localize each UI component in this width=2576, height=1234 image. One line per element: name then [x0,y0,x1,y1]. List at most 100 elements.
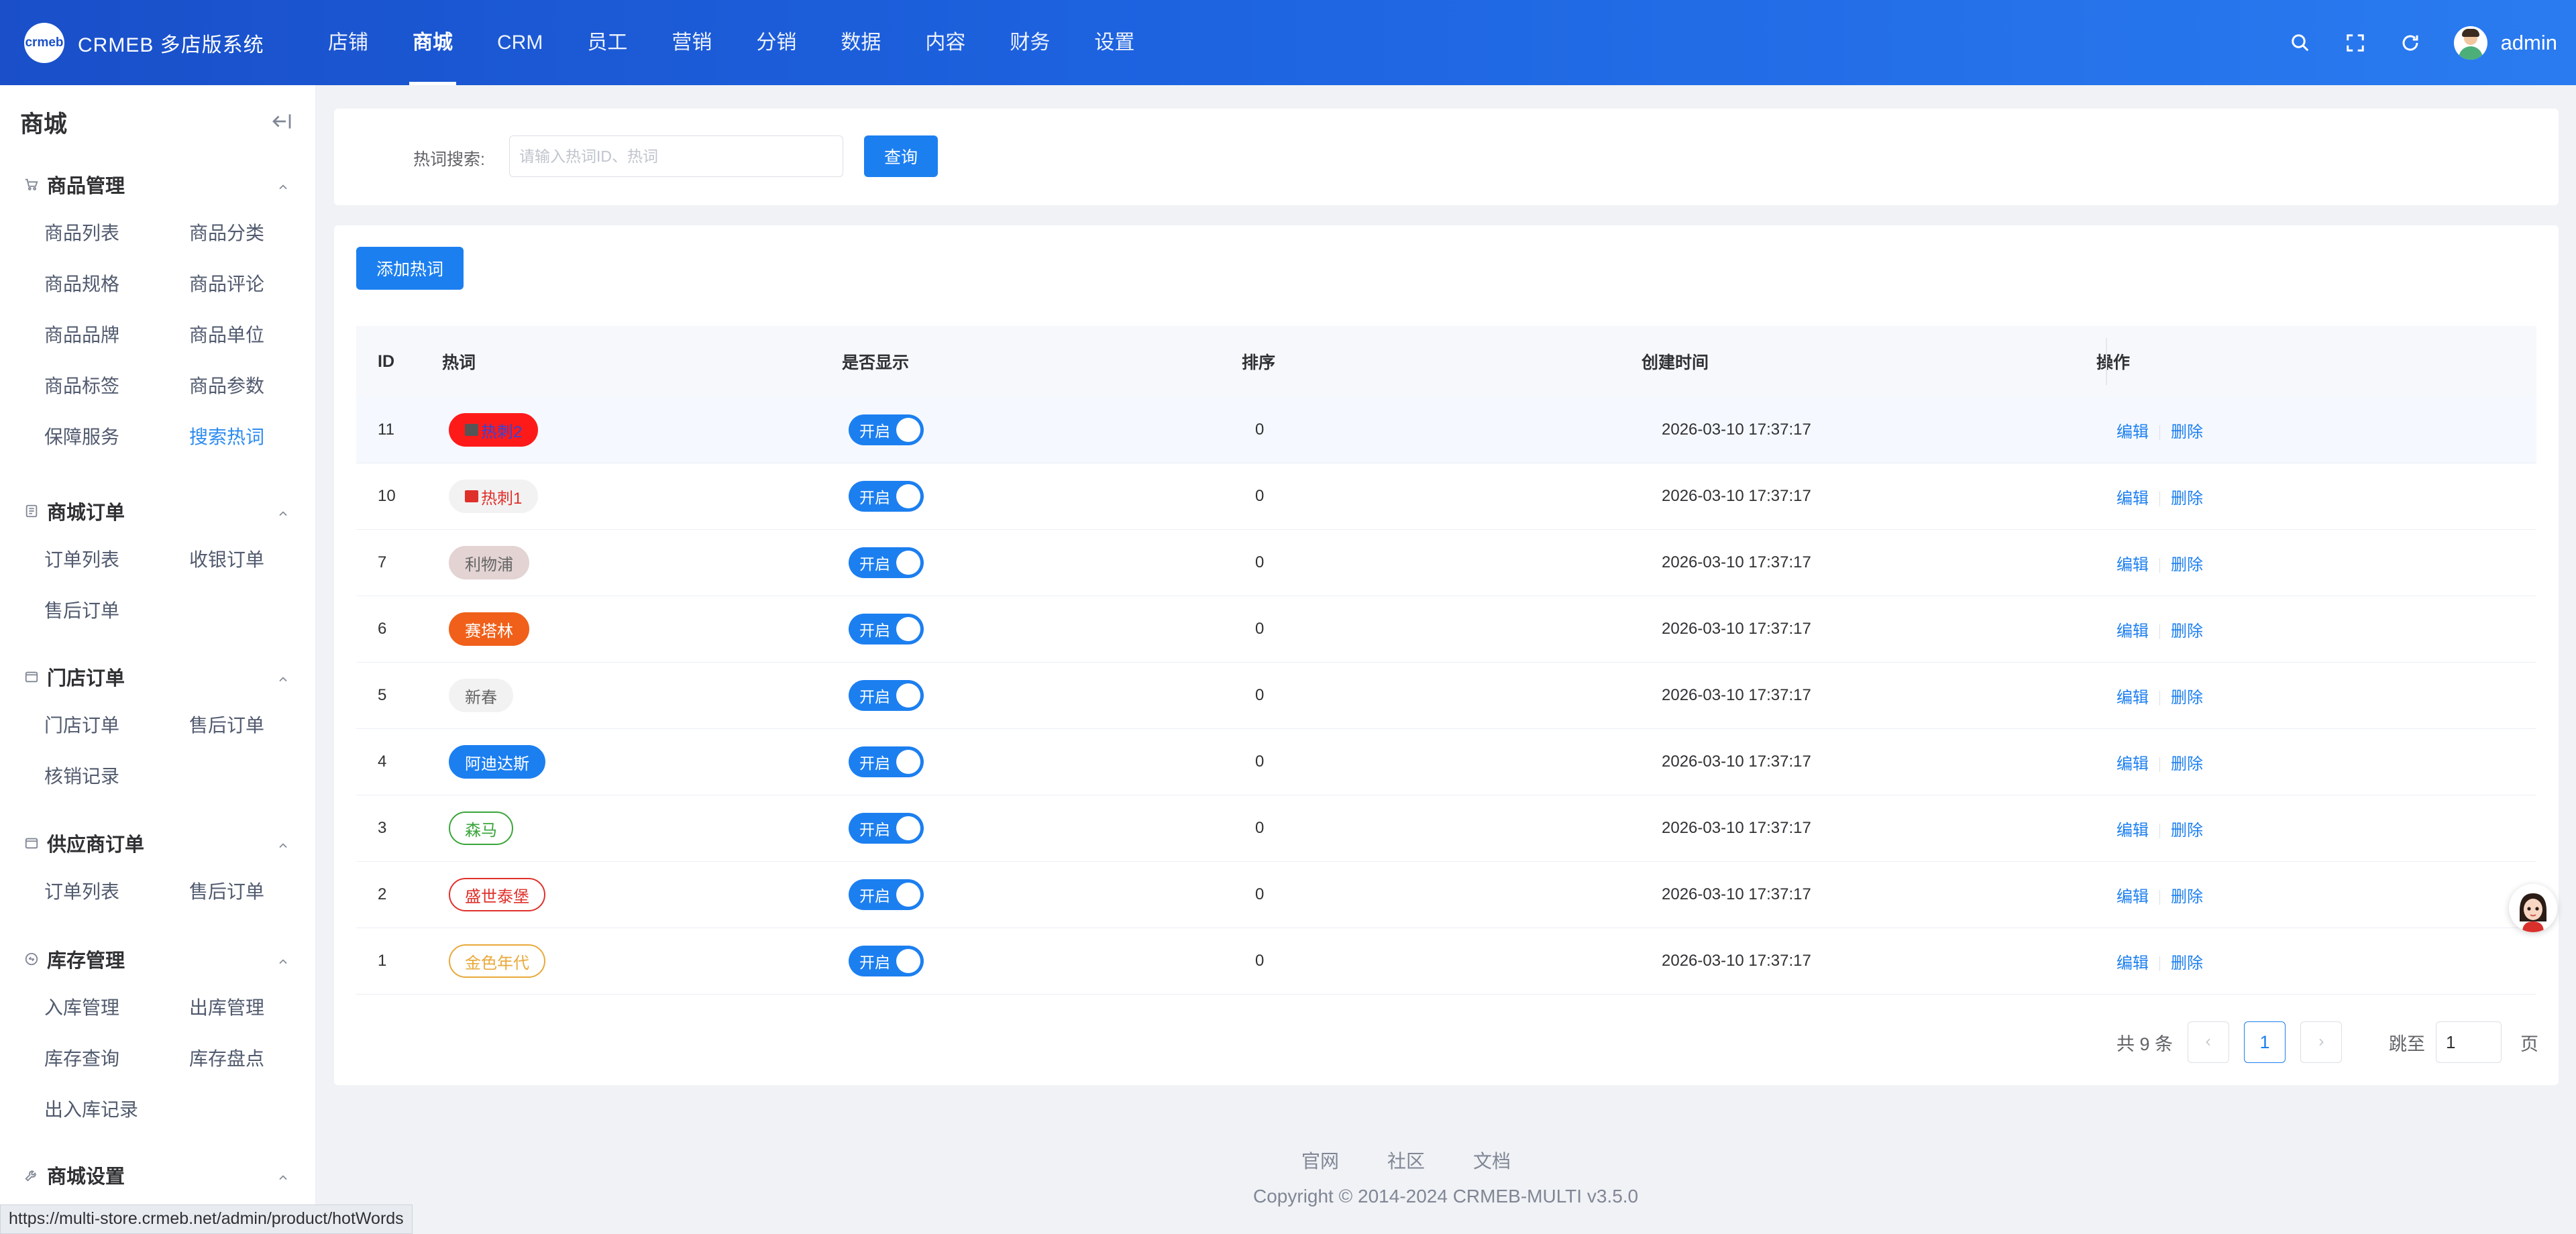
edit-link[interactable]: 编辑 [2116,888,2149,906]
keyword-text: 金色年代 [465,954,529,972]
sidebar-group-header[interactable]: 供应商订单 [0,820,315,866]
sidebar-group-header[interactable]: 门店订单 [0,653,315,700]
column-header-visible: 是否显示 [842,353,910,372]
collapse-sidebar-icon[interactable] [270,109,294,133]
visible-toggle[interactable]: 开启 [849,547,924,578]
delete-link[interactable]: 删除 [2171,888,2203,906]
add-hotword-button[interactable]: 添加热词 [356,247,464,290]
edit-link[interactable]: 编辑 [2116,822,2149,840]
top-nav-item[interactable]: 数据 [818,0,903,85]
edit-link[interactable]: 编辑 [2116,423,2149,441]
delete-link[interactable]: 删除 [2171,689,2203,707]
delete-link[interactable]: 删除 [2171,622,2203,640]
edit-link[interactable]: 编辑 [2116,954,2149,972]
edit-link[interactable]: 编辑 [2116,622,2149,640]
visible-toggle[interactable]: 开启 [849,414,924,445]
top-nav-item[interactable]: 商城 [390,0,475,85]
sidebar-group-label: 商城设置 [47,1166,125,1188]
top-nav-item[interactable]: 员工 [565,0,649,85]
fullscreen-icon[interactable] [2328,15,2383,70]
sidebar-item[interactable]: 收银订单 [189,535,315,585]
sidebar-item[interactable]: 订单列表 [44,866,189,917]
top-nav-item[interactable]: 店铺 [306,0,390,85]
brand[interactable]: crmeb CRMEB 多店版系统 [24,23,264,63]
sidebar-item[interactable]: 门店订单 [44,700,189,751]
delete-link[interactable]: 删除 [2171,490,2203,508]
delete-link[interactable]: 删除 [2171,556,2203,574]
user-avatar[interactable] [2453,25,2487,60]
visible-toggle[interactable]: 开启 [849,813,924,844]
visible-toggle[interactable]: 开启 [849,481,924,512]
sidebar-item[interactable]: 库存盘点 [189,1033,315,1084]
sidebar-item[interactable]: 商品参数 [189,361,315,412]
toggle-knob [896,617,920,641]
keyword-text: 盛世泰堡 [465,887,529,906]
keyword-text: 热刺1 [481,489,523,508]
hotword-search-input[interactable] [509,135,843,177]
assistant-avatar-icon[interactable] [2509,884,2557,932]
keyword-text: 利物浦 [465,555,513,574]
sidebar-group-header[interactable]: 库存管理 [0,936,315,983]
keyword-text: 森马 [465,821,497,840]
keyword-tag: 利物浦 [449,546,529,579]
search-icon[interactable] [2273,15,2328,70]
visible-toggle[interactable]: 开启 [849,879,924,910]
sidebar-item[interactable]: 出入库记录 [44,1084,189,1135]
cell-keyword: 新春 [442,679,842,712]
edit-link[interactable]: 编辑 [2116,556,2149,574]
goto-page-input[interactable] [2436,1021,2502,1063]
sidebar-item[interactable]: 售后订单 [189,866,315,917]
sidebar-item[interactable]: 订单列表 [44,535,189,585]
query-button[interactable]: 查询 [864,135,938,177]
delete-link[interactable]: 删除 [2171,423,2203,441]
edit-link[interactable]: 编辑 [2116,755,2149,773]
cell-visible: 开启 [842,614,1248,644]
sidebar-item[interactable]: 商品单位 [189,310,315,361]
delete-link[interactable]: 删除 [2171,755,2203,773]
top-nav-item[interactable]: 分销 [734,0,818,85]
sidebar-item[interactable]: 入库管理 [44,983,189,1033]
sidebar-item[interactable]: 商品评论 [189,259,315,310]
username[interactable]: admin [2501,31,2557,55]
footer-link-official[interactable]: 官网 [1301,1147,1339,1174]
edit-link[interactable]: 编辑 [2116,689,2149,707]
toggle-knob [896,883,920,907]
prev-page-button[interactable] [2188,1021,2229,1063]
cell-keyword: 利物浦 [442,546,842,579]
edit-link[interactable]: 编辑 [2116,490,2149,508]
visible-toggle[interactable]: 开启 [849,946,924,976]
sidebar-group-header[interactable]: 商品管理 [0,161,315,208]
top-nav-item[interactable]: 财务 [987,0,1072,85]
top-nav-item[interactable]: 内容 [903,0,987,85]
sidebar-item[interactable]: 搜索热词 [189,412,315,463]
sidebar-item[interactable]: 库存查询 [44,1033,189,1084]
sidebar-item[interactable]: 保障服务 [44,412,189,463]
footer-link-community[interactable]: 社区 [1387,1147,1425,1174]
sidebar-item[interactable]: 售后订单 [44,585,189,636]
sidebar-group-header[interactable]: 商城订单 [0,488,315,535]
sidebar-item[interactable]: 商品品牌 [44,310,189,361]
sidebar-item[interactable]: 商品列表 [44,208,189,259]
top-nav-item[interactable]: CRM [475,0,565,85]
column-header-actions: 操作 [2096,353,2131,372]
sidebar-item[interactable]: 核销记录 [44,751,189,802]
page-number-button[interactable]: 1 [2244,1021,2286,1063]
top-nav-item[interactable]: 设置 [1072,0,1157,85]
sidebar-item[interactable]: 商品分类 [189,208,315,259]
sidebar-group-header[interactable]: 商城设置 [0,1152,315,1198]
footer-link-docs[interactable]: 文档 [1473,1147,1511,1174]
top-nav-item[interactable]: 营销 [649,0,734,85]
delete-link[interactable]: 删除 [2171,954,2203,972]
refresh-icon[interactable] [2383,15,2438,70]
table-row: 1 金色年代 开启 0 2026-03-10 17:37:17 编辑 删除 [356,928,2536,995]
sidebar-item[interactable]: 商品标签 [44,361,189,412]
visible-toggle[interactable]: 开启 [849,746,924,777]
sidebar-item[interactable]: 出库管理 [189,983,315,1033]
sidebar-item[interactable]: 售后订单 [189,700,315,751]
delete-link[interactable]: 删除 [2171,822,2203,840]
toggle-knob [896,484,920,508]
visible-toggle[interactable]: 开启 [849,614,924,644]
sidebar-item[interactable]: 商品规格 [44,259,189,310]
next-page-button[interactable] [2300,1021,2342,1063]
visible-toggle[interactable]: 开启 [849,680,924,711]
